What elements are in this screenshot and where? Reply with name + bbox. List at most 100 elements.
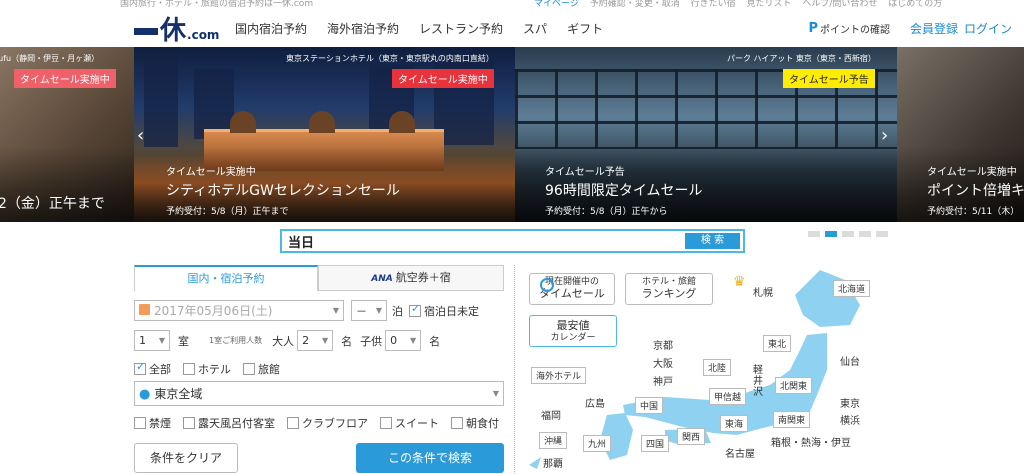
region-koshinetsu[interactable]: 甲信越 [709, 388, 747, 405]
city-hiroshima[interactable]: 広島 [585, 395, 605, 410]
search-button[interactable]: 検 索 [685, 233, 740, 249]
slide-hotel-name: パーク ハイアット 東京（東京・西新宿） [727, 54, 876, 63]
help-link[interactable]: ヘルプ/問い合わせ [802, 0, 877, 8]
breakfast-checkbox[interactable] [451, 417, 463, 429]
slide-period: 予約受付：5/8（月）正午から [545, 207, 668, 217]
city-sendai[interactable]: 仙台 [840, 353, 860, 368]
city-kobe[interactable]: 神戸 [653, 373, 673, 388]
slide-tokyo-station[interactable]: 東京ステーションホテル（東京・東京駅丸の内南口直結） タイムセール実施中 ‹ タ… [134, 47, 515, 222]
hero-carousel: Fufu（静岡・伊豆・月ヶ瀬） タイムセール実施中 2（金）正午まで 東京ステー… [0, 47, 1024, 222]
slide-park-hyatt[interactable]: パーク ハイアット 東京（東京・西新宿） タイムセール予告 › タイムセール予告… [515, 47, 897, 222]
adults-select[interactable]: 2 ▼ [297, 330, 334, 351]
region-chugoku[interactable]: 中国 [635, 397, 664, 414]
type-ryokan-checkbox[interactable] [243, 363, 255, 375]
date-row: 2017年05月06日(土)▼ －▼ 泊 宿泊日未定 [134, 300, 479, 321]
region-tokai[interactable]: 東海 [720, 415, 749, 432]
user-nav: P ポイントの確認 会員登録 ログイン [808, 20, 1012, 37]
checkin-date-value: 2017年05月06日(土) [154, 304, 273, 318]
city-fukuoka[interactable]: 福岡 [541, 407, 561, 422]
logo-suffix: .com [187, 28, 220, 42]
prev-arrow-icon[interactable]: ‹ [137, 125, 144, 146]
slide-caption: タイムセール実施中 シティホテルGWセレクションセール 予約受付：5/8（月）正… [166, 163, 400, 217]
city-sapporo[interactable]: 札幌 [753, 284, 773, 299]
region-kitakanto[interactable]: 北関東 [775, 377, 813, 394]
global-nav: 国内宿泊予約 海外宿泊予約 レストラン予約 スパ ギフト [235, 20, 623, 37]
breadcrumb: 国内旅行・ホテル・旅館の宿泊予約は一休.com [120, 0, 314, 8]
type-row: 全部 ホテル 旅館 [134, 360, 292, 377]
history-link[interactable]: 見たリスト [746, 0, 791, 8]
first-time-link[interactable]: はじめての方 [888, 0, 942, 8]
club-floor-checkbox[interactable] [287, 417, 299, 429]
search-input[interactable] [288, 233, 683, 250]
tab-ana-label: 航空券＋宿 [395, 271, 451, 284]
slide-fufu[interactable]: Fufu（静岡・伊豆・月ヶ瀬） タイムセール実施中 2（金）正午まで [0, 47, 134, 222]
register-link[interactable]: 会員登録 [910, 20, 958, 37]
city-tokyo[interactable]: 東京 [840, 395, 860, 410]
region-hokuriku[interactable]: 北陸 [703, 359, 732, 376]
nav-domestic[interactable]: 国内宿泊予約 [235, 20, 307, 37]
carousel-dot[interactable] [876, 231, 888, 237]
ikyu-logo[interactable]: 休 .com [134, 18, 219, 44]
city-yokohama[interactable]: 横浜 [840, 412, 860, 427]
region-kyushu[interactable]: 九州 [583, 435, 612, 452]
nav-restaurant[interactable]: レストラン予約 [419, 20, 503, 37]
region-hokkaido[interactable]: 北海道 [833, 280, 871, 297]
reservation-link[interactable]: 予約確認・変更・取消 [590, 0, 680, 8]
children-label: 子供 [360, 334, 383, 348]
suite-label: スイート [395, 417, 439, 430]
nav-spa[interactable]: スパ [523, 20, 547, 37]
nav-gift[interactable]: ギフト [567, 20, 603, 37]
tab-ana[interactable]: ANA 航空券＋宿 [318, 265, 504, 291]
undecided-checkbox[interactable] [409, 302, 421, 317]
tab-domestic[interactable]: 国内・宿泊予約 [134, 265, 318, 291]
region-okinawa[interactable]: 沖縄 [539, 432, 568, 449]
timesale-badge: タイムセール実施中 [392, 69, 494, 88]
city-kyoto[interactable]: 京都 [653, 337, 673, 352]
carousel-dot[interactable] [808, 231, 820, 237]
region-kansai[interactable]: 関西 [677, 428, 706, 445]
mypage-link[interactable]: マイページ [534, 0, 579, 8]
nav-overseas[interactable]: 海外宿泊予約 [327, 20, 399, 37]
map-okinawa[interactable] [529, 457, 541, 469]
nights-select[interactable]: － ▼ [351, 300, 387, 321]
openair-bath-checkbox[interactable] [183, 417, 195, 429]
city-karuizawa[interactable]: 軽井沢 [753, 365, 765, 398]
carousel-dot[interactable] [859, 231, 871, 237]
submit-search-button[interactable]: この条件で検索 [356, 443, 504, 473]
form-tabs: 国内・宿泊予約 ANA 航空券＋宿 [134, 265, 504, 291]
slide-point[interactable]: タイムセール実施中 ポイント倍増キ 予約受付：5/11（木） [897, 47, 1024, 222]
openair-bath-label: 露天風呂付客室 [198, 417, 275, 430]
preview-badge: タイムセール予告 [783, 69, 875, 88]
city-naha[interactable]: 那覇 [543, 455, 563, 470]
dome-shape [309, 111, 335, 133]
suite-checkbox[interactable] [380, 417, 392, 429]
children-unit: 名 [429, 334, 441, 348]
type-all-checkbox[interactable] [134, 360, 146, 375]
area-select[interactable]: ● 東京全域 ▼ [134, 381, 504, 406]
region-shikoku[interactable]: 四国 [641, 435, 670, 452]
area-value: 東京全域 [154, 387, 203, 401]
login-link[interactable]: ログイン [964, 20, 1012, 37]
wishlist-link[interactable]: 行きたい宿 [691, 0, 736, 8]
type-hotel-checkbox[interactable] [183, 363, 195, 375]
checkin-date-select[interactable]: 2017年05月06日(土) ▼ [134, 300, 344, 321]
nonsmoking-checkbox[interactable] [134, 417, 146, 429]
city-hakone[interactable]: 箱根・熱海・伊豆 [771, 434, 851, 449]
header: 休 .com 国内宿泊予約 海外宿泊予約 レストラン予約 スパ ギフト P ポイ… [0, 8, 1024, 48]
rooms-unit: 室 [178, 334, 189, 348]
next-arrow-icon[interactable]: › [881, 125, 888, 146]
clear-button[interactable]: 条件をクリア [134, 443, 238, 473]
region-minamikanto[interactable]: 南関東 [773, 411, 811, 428]
carousel-dot[interactable] [842, 231, 854, 237]
city-osaka[interactable]: 大阪 [653, 355, 673, 370]
rooms-select[interactable]: 1 ▼ [134, 330, 170, 351]
children-select[interactable]: 0 ▼ [385, 330, 422, 351]
nights-value: － [356, 304, 367, 318]
points-link[interactable]: ポイントの確認 [820, 21, 890, 36]
region-tohoku[interactable]: 東北 [763, 335, 792, 352]
carousel-dot-active[interactable] [825, 231, 837, 237]
slide-period: 予約受付：5/11（木） [927, 207, 1020, 217]
map-hokkaido[interactable] [795, 270, 860, 327]
type-hotel-label: ホテル [198, 363, 231, 376]
city-nagoya[interactable]: 名古屋 [725, 445, 755, 460]
